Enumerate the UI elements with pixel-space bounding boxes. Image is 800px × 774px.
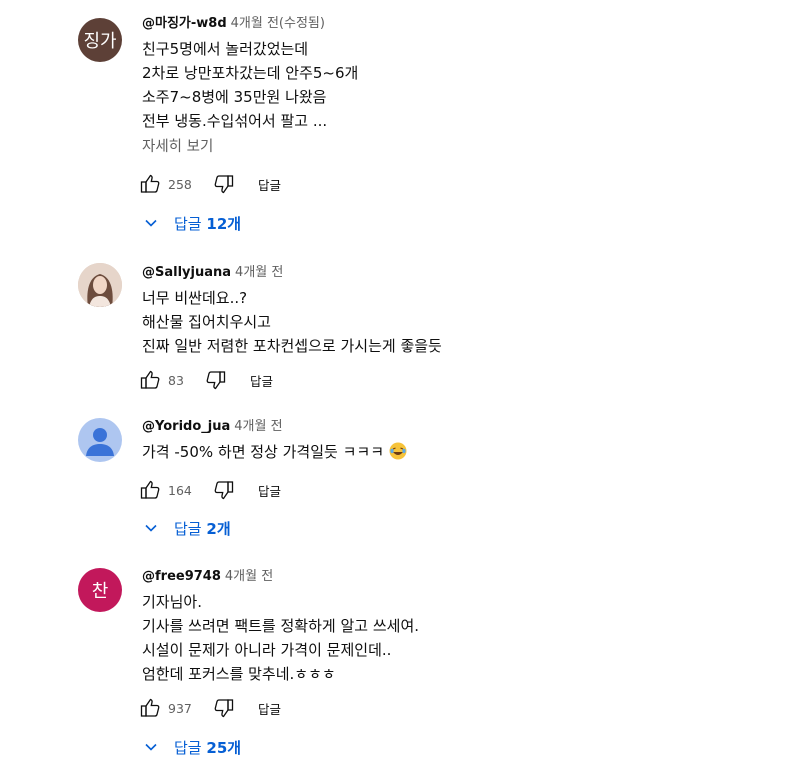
reply-button[interactable]: 답글 xyxy=(258,175,281,194)
thumbs-down-icon[interactable] xyxy=(204,368,228,392)
comment-text: 너무 비싼데요..? 해산물 집어치우시고 진짜 일반 저렴한 포차컨셉으로 가… xyxy=(142,286,762,358)
thumbs-down-icon[interactable] xyxy=(212,172,236,196)
thumbs-up-icon[interactable] xyxy=(138,368,162,392)
comment-line: 친구5명에서 놀러갔었는데 xyxy=(142,40,309,58)
comment-line: 기사를 쓰려면 팩트를 정확하게 알고 쓰세여. xyxy=(142,617,420,635)
replies-count: 25개 xyxy=(206,738,242,757)
thumbs-up-icon[interactable] xyxy=(138,478,162,502)
avatar-initials: 찬 xyxy=(91,581,109,602)
like-count: 164 xyxy=(168,482,192,498)
comment-author[interactable]: @마징가-w8d xyxy=(142,16,227,31)
avatar[interactable] xyxy=(78,263,122,307)
comment-time[interactable]: 4개월 전 xyxy=(234,419,282,434)
laughing-emoji-icon xyxy=(389,442,407,467)
comment-line: 가격 -50% 하면 정상 가격일듯 ㅋㅋㅋ xyxy=(142,443,384,461)
read-more-button[interactable]: 자세히 보기 xyxy=(142,135,762,159)
default-user-icon xyxy=(86,428,114,456)
comment-line: 해산물 집어치우시고 xyxy=(142,313,271,331)
view-replies-button[interactable]: 답글 12개 xyxy=(142,208,241,238)
like-count: 83 xyxy=(168,372,184,388)
comment-author[interactable]: @Yorido_jua xyxy=(142,419,230,434)
comment-time[interactable]: 4개월 전 xyxy=(225,569,273,584)
comment-line: 너무 비싼데요..? xyxy=(142,289,248,307)
chevron-down-icon xyxy=(142,738,160,756)
thumbs-up-icon[interactable] xyxy=(138,696,162,720)
like-count: 258 xyxy=(168,176,192,192)
comment-line: 엄한데 포커스를 맞추네.ㅎㅎㅎ xyxy=(142,665,336,683)
replies-label: 답글 xyxy=(174,214,202,233)
reply-button[interactable]: 답글 xyxy=(250,371,273,390)
comment-line: 진짜 일반 저렴한 포차컨셉으로 가시는게 좋을듯 xyxy=(142,337,442,355)
comment-line: 기자님아. xyxy=(142,593,202,611)
comment-author[interactable]: @free9748 xyxy=(142,569,221,584)
chevron-down-icon xyxy=(142,214,160,232)
chevron-down-icon xyxy=(142,519,160,537)
replies-label: 답글 xyxy=(174,519,202,538)
comment-line: 전부 냉동.수입섞어서 팔고 ... xyxy=(142,112,328,130)
avatar[interactable] xyxy=(78,418,122,462)
reply-button[interactable]: 답글 xyxy=(258,481,281,500)
thumbs-down-icon[interactable] xyxy=(212,478,236,502)
profile-photo xyxy=(78,263,122,307)
reply-button[interactable]: 답글 xyxy=(258,699,281,718)
avatar[interactable]: 징가 xyxy=(78,18,122,62)
replies-label: 답글 xyxy=(174,738,202,757)
replies-count: 2개 xyxy=(206,519,231,538)
avatar-initials: 징가 xyxy=(83,31,117,52)
comment-line: 2차로 낭만포차갔는데 안주5~6개 xyxy=(142,64,359,82)
comment-line: 소주7~8병에 35만원 나왔음 xyxy=(142,88,327,106)
thumbs-down-icon[interactable] xyxy=(212,696,236,720)
avatar[interactable]: 찬 xyxy=(78,568,122,612)
view-replies-button[interactable]: 답글 2개 xyxy=(142,513,231,543)
thumbs-up-icon[interactable] xyxy=(138,172,162,196)
like-count: 937 xyxy=(168,700,192,716)
comment-text: 가격 -50% 하면 정상 가격일듯 ㅋㅋㅋ xyxy=(142,440,762,467)
comment-text: 친구5명에서 놀러갔었는데 2차로 낭만포차갔는데 안주5~6개 소주7~8병에… xyxy=(142,37,762,133)
view-replies-button[interactable]: 답글 25개 xyxy=(142,732,241,762)
comment-author[interactable]: @Sallyjuana xyxy=(142,265,231,280)
comment-line: 시설이 문제가 아니라 가격이 문제인데.. xyxy=(142,641,392,659)
replies-count: 12개 xyxy=(206,214,242,233)
comment-text: 기자님아. 기사를 쓰려면 팩트를 정확하게 알고 쓰세여. 시설이 문제가 아… xyxy=(142,590,762,686)
comment-time[interactable]: 4개월 전(수정됨) xyxy=(231,16,325,31)
comment-time[interactable]: 4개월 전 xyxy=(235,265,283,280)
